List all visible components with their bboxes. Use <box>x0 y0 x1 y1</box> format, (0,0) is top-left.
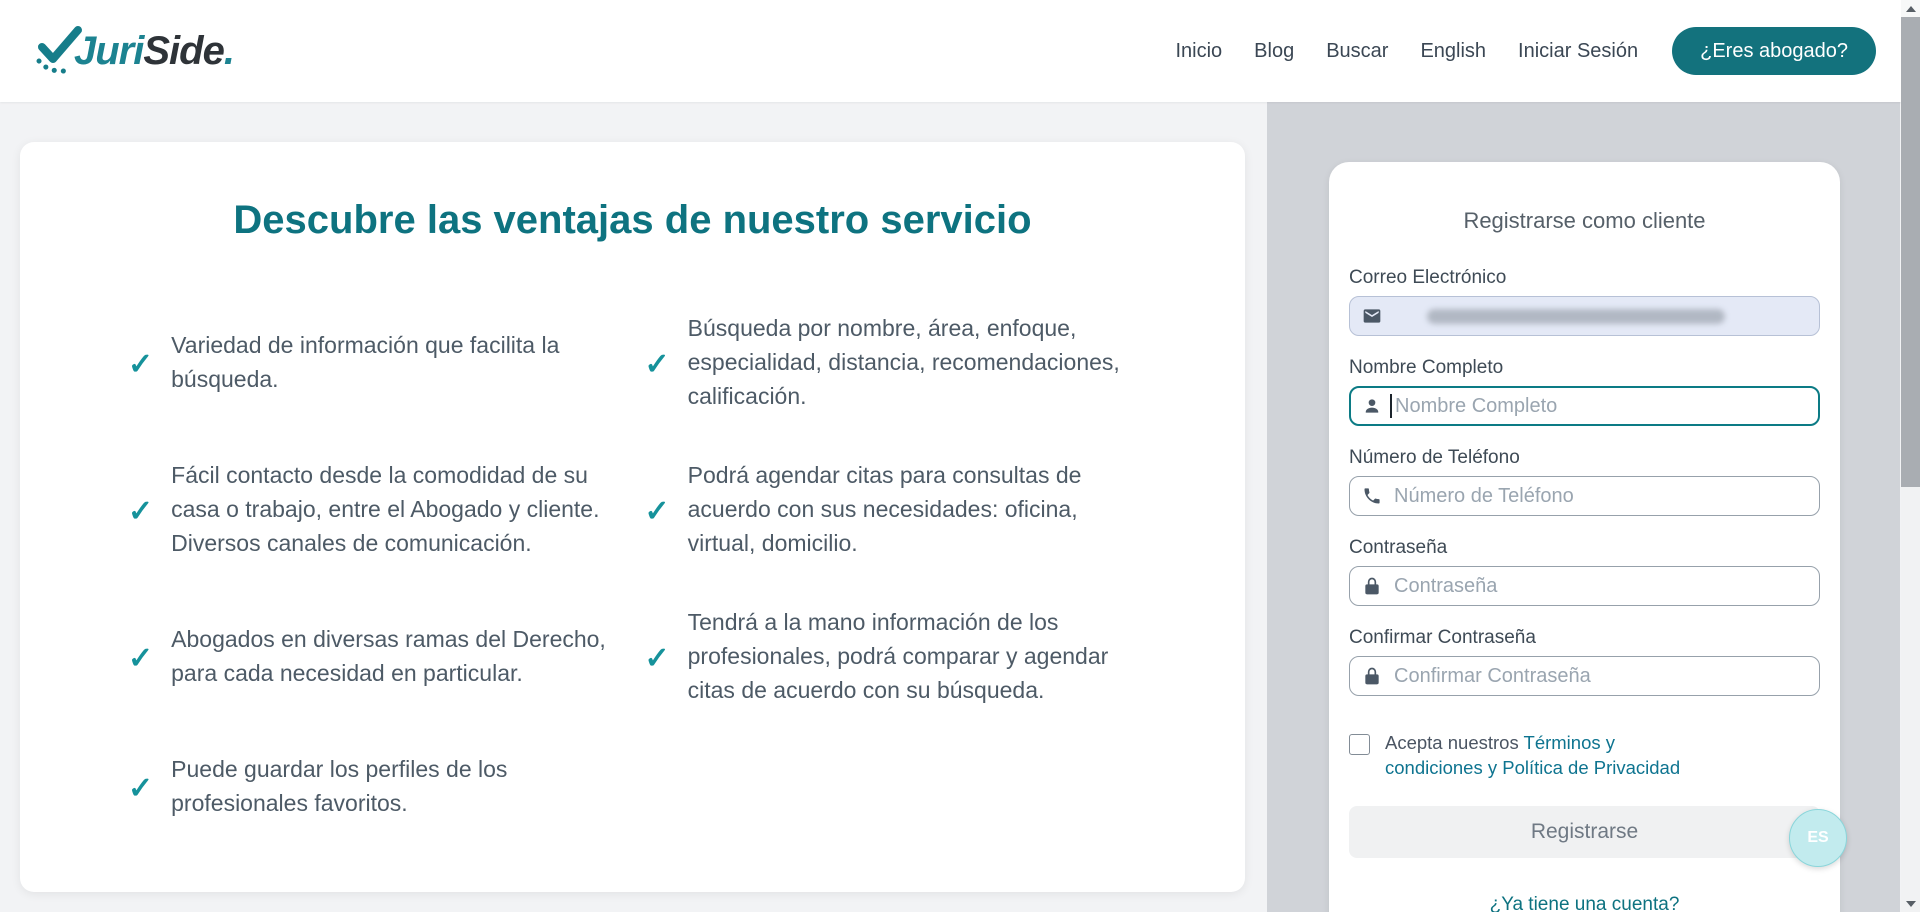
confirm-password-label: Confirmar Contraseña <box>1349 626 1820 650</box>
benefit-item: ✓ Podrá agendar citas para consultas de … <box>645 458 1138 560</box>
check-icon: ✓ <box>128 347 153 382</box>
lawyer-cta-button[interactable]: ¿Eres abogado? <box>1672 27 1876 75</box>
benefit-text: Búsqueda por nombre, área, enfoque, espe… <box>688 311 1137 413</box>
benefits-title: Descubre las ventajas de nuestro servici… <box>20 198 1245 243</box>
password-field-group: Contraseña <box>1349 536 1820 606</box>
header: JuriSide. Inicio Blog Buscar English Ini… <box>0 0 1920 102</box>
mail-icon <box>1362 306 1382 326</box>
benefits-list: ✓ Variedad de información que facilita l… <box>20 311 1245 820</box>
fullname-input-wrap <box>1349 386 1820 426</box>
check-icon: ✓ <box>645 494 670 529</box>
benefit-text: Variedad de información que facilita la … <box>171 328 620 396</box>
brand-logo[interactable]: JuriSide. <box>30 21 234 82</box>
phone-icon <box>1362 486 1382 506</box>
logo-text: JuriSide. <box>74 29 234 74</box>
benefit-item: ✓ Puede guardar los perfiles de los prof… <box>128 752 621 820</box>
benefit-item: ✓ Variedad de información que facilita l… <box>128 328 621 396</box>
nav-link-english[interactable]: English <box>1420 40 1486 63</box>
nav-link-inicio[interactable]: Inicio <box>1175 40 1222 63</box>
benefit-item: ✓ Búsqueda por nombre, área, enfoque, es… <box>645 311 1138 413</box>
confirm-password-input[interactable] <box>1349 656 1820 696</box>
terms-text: Acepta nuestros Términos y condiciones y… <box>1385 730 1715 780</box>
login-link[interactable]: ¿Ya tiene una cuenta? <box>1349 894 1820 912</box>
benefits-card: Descubre las ventajas de nuestro servici… <box>20 142 1245 892</box>
phone-field-group: Número de Teléfono <box>1349 446 1820 516</box>
confirm-password-input-wrap <box>1349 656 1820 696</box>
scroll-down-button[interactable] <box>1901 895 1920 912</box>
password-input[interactable] <box>1349 566 1820 606</box>
text-caret <box>1390 394 1392 418</box>
scrollbar[interactable] <box>1901 0 1920 912</box>
phone-input[interactable] <box>1349 476 1820 516</box>
email-input-wrap <box>1349 296 1820 336</box>
check-icon: ✓ <box>128 494 153 529</box>
benefit-text: Abogados en diversas ramas del Derecho, … <box>171 622 620 690</box>
nav-link-blog[interactable]: Blog <box>1254 40 1294 63</box>
confirm-password-field-group: Confirmar Contraseña <box>1349 626 1820 696</box>
language-fab[interactable]: ES <box>1789 809 1847 867</box>
logo-text-secondary: Side <box>143 29 223 73</box>
password-label: Contraseña <box>1349 536 1820 560</box>
signup-title: Registrarse como cliente <box>1349 208 1820 234</box>
nav-link-iniciar-sesion[interactable]: Iniciar Sesión <box>1518 40 1638 63</box>
scroll-up-button[interactable] <box>1901 0 1920 17</box>
lock-icon <box>1362 666 1382 686</box>
check-icon: ✓ <box>645 347 670 382</box>
benefit-text: Puede guardar los perfiles de los profes… <box>171 752 620 820</box>
fullname-field-group: Nombre Completo <box>1349 356 1820 426</box>
email-field-group: Correo Electrónico <box>1349 266 1820 336</box>
check-icon: ✓ <box>128 771 153 806</box>
nav-link-buscar[interactable]: Buscar <box>1326 40 1388 63</box>
signup-panel: Registrarse como cliente Correo Electrón… <box>1267 102 1900 912</box>
terms-checkbox[interactable] <box>1349 734 1370 755</box>
logo-text-dot: . <box>224 29 234 73</box>
benefit-text: Podrá agendar citas para consultas de ac… <box>688 458 1137 560</box>
register-button[interactable]: Registrarse <box>1349 806 1820 858</box>
benefit-text: Tendrá a la mano información de los prof… <box>688 605 1137 707</box>
check-icon: ✓ <box>128 641 153 676</box>
logo-text-primary: Juri <box>74 29 143 73</box>
lock-icon <box>1362 576 1382 596</box>
password-input-wrap <box>1349 566 1820 606</box>
scroll-down-icon <box>1906 901 1916 907</box>
terms-prefix: Acepta nuestros <box>1385 732 1519 753</box>
benefit-item: ✓ Tendrá a la mano información de los pr… <box>645 605 1138 707</box>
main-nav: Inicio Blog Buscar English Iniciar Sesió… <box>1175 27 1876 75</box>
scrollbar-thumb[interactable] <box>1901 17 1920 487</box>
benefit-item: ✓ Fácil contacto desde la comodidad de s… <box>128 458 621 560</box>
benefit-text: Fácil contacto desde la comodidad de su … <box>171 458 620 560</box>
user-icon <box>1362 396 1382 416</box>
email-input[interactable] <box>1349 296 1820 336</box>
benefit-item: ✓ Abogados en diversas ramas del Derecho… <box>128 622 621 690</box>
fullname-input[interactable] <box>1349 386 1820 426</box>
phone-input-wrap <box>1349 476 1820 516</box>
phone-label: Número de Teléfono <box>1349 446 1820 470</box>
signup-card: Registrarse como cliente Correo Electrón… <box>1329 162 1840 912</box>
check-icon: ✓ <box>645 641 670 676</box>
fullname-label: Nombre Completo <box>1349 356 1820 380</box>
scroll-up-icon <box>1906 6 1916 12</box>
email-label: Correo Electrónico <box>1349 266 1820 290</box>
terms-row: Acepta nuestros Términos y condiciones y… <box>1349 730 1820 780</box>
